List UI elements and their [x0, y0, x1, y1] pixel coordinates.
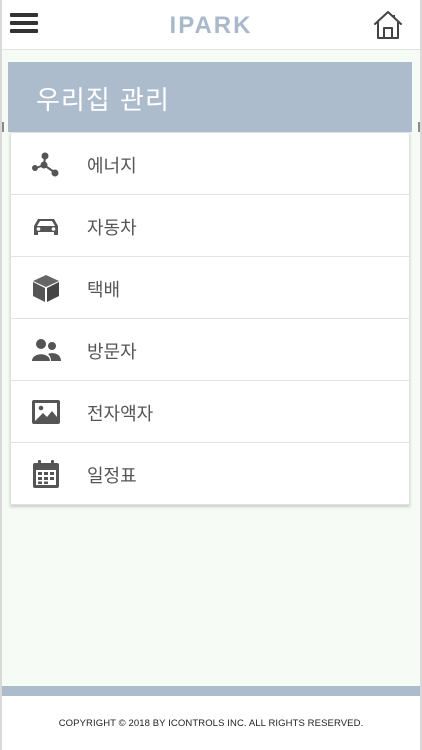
app-header: IPARK	[0, 0, 422, 50]
copyright-text: COPYRIGHT © 2018 BY ICONTROLS INC. ALL R…	[58, 718, 364, 729]
app-footer: COPYRIGHT © 2018 BY ICONTROLS INC. ALL R…	[0, 696, 422, 750]
left-edge-marker	[0, 122, 4, 132]
app-logo: IPARK	[169, 12, 253, 39]
menu-item-car[interactable]: 자동차	[11, 195, 409, 257]
home-icon[interactable]	[372, 9, 404, 41]
menu-item-label: 자동차	[87, 218, 137, 239]
menu-item-label: 에너지	[87, 156, 137, 177]
page-title-bar: 우리집 관리	[8, 62, 412, 132]
picture-frame-icon	[32, 400, 60, 424]
package-box-icon	[33, 275, 59, 302]
car-icon	[34, 219, 58, 235]
footer-accent-band	[0, 686, 422, 696]
menu-item-label: 전자액자	[87, 404, 154, 425]
menu-item-visitors[interactable]: 방문자	[11, 319, 409, 381]
menu-item-picture-frame[interactable]: 전자액자	[11, 381, 409, 443]
menu-item-package[interactable]: 택배	[11, 257, 409, 319]
home-management-menu: 에너지 자동차 택배 방문자 전자액자 일정표	[10, 132, 410, 505]
menu-item-label: 일정표	[87, 466, 137, 487]
menu-item-label: 택배	[87, 280, 121, 301]
visitors-icon	[32, 339, 61, 361]
right-edge-marker	[418, 122, 422, 132]
page-title: 우리집 관리	[36, 86, 170, 116]
menu-item-calendar[interactable]: 일정표	[11, 443, 409, 505]
menu-item-energy[interactable]: 에너지	[11, 133, 409, 195]
menu-item-label: 방문자	[87, 342, 137, 363]
calendar-icon	[33, 460, 59, 488]
energy-molecule-icon	[32, 152, 59, 177]
